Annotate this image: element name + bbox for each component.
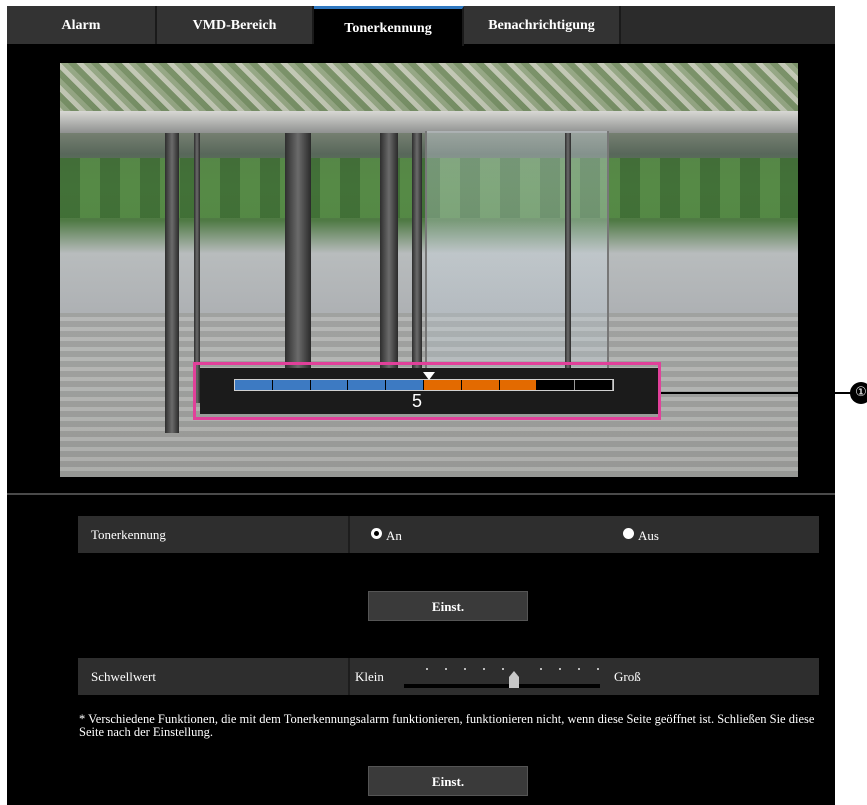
tab-tonerkennung[interactable]: Tonerkennung <box>314 6 464 46</box>
radio-aus-label[interactable]: Aus <box>638 516 659 555</box>
callout-line <box>661 392 851 394</box>
tab-vmd-bereich[interactable]: VMD-Bereich <box>157 6 314 44</box>
slider-track[interactable] <box>404 684 600 688</box>
tab-bar: Alarm VMD-Bereich Tonerkennung Benachric… <box>7 6 835 46</box>
radio-an-label[interactable]: An <box>386 516 402 555</box>
slider-max-label: Groß <box>614 669 641 684</box>
schwellwert-row: Schwellwert Klein Groß <box>78 658 819 695</box>
tab-alarm[interactable]: Alarm <box>7 6 157 44</box>
callout-number: ① <box>850 382 867 404</box>
warning-note: * Verschiedene Funktionen, die mit dem T… <box>79 712 815 739</box>
divider <box>7 493 835 495</box>
tonerkennung-row: Tonerkennung An Aus <box>78 516 819 553</box>
tonerkennung-label: Tonerkennung <box>91 527 166 542</box>
slider-min-label: Klein <box>355 669 384 684</box>
highlight-box <box>193 362 661 420</box>
tab-benachrichtigung[interactable]: Benachrichtigung <box>464 6 621 44</box>
einst-button-2[interactable]: Einst. <box>368 766 528 796</box>
einst-button-1[interactable]: Einst. <box>368 591 528 621</box>
schwellwert-label: Schwellwert <box>91 669 156 684</box>
radio-aus[interactable] <box>623 528 634 539</box>
radio-an[interactable] <box>371 528 382 539</box>
slider-handle[interactable] <box>509 671 519 688</box>
